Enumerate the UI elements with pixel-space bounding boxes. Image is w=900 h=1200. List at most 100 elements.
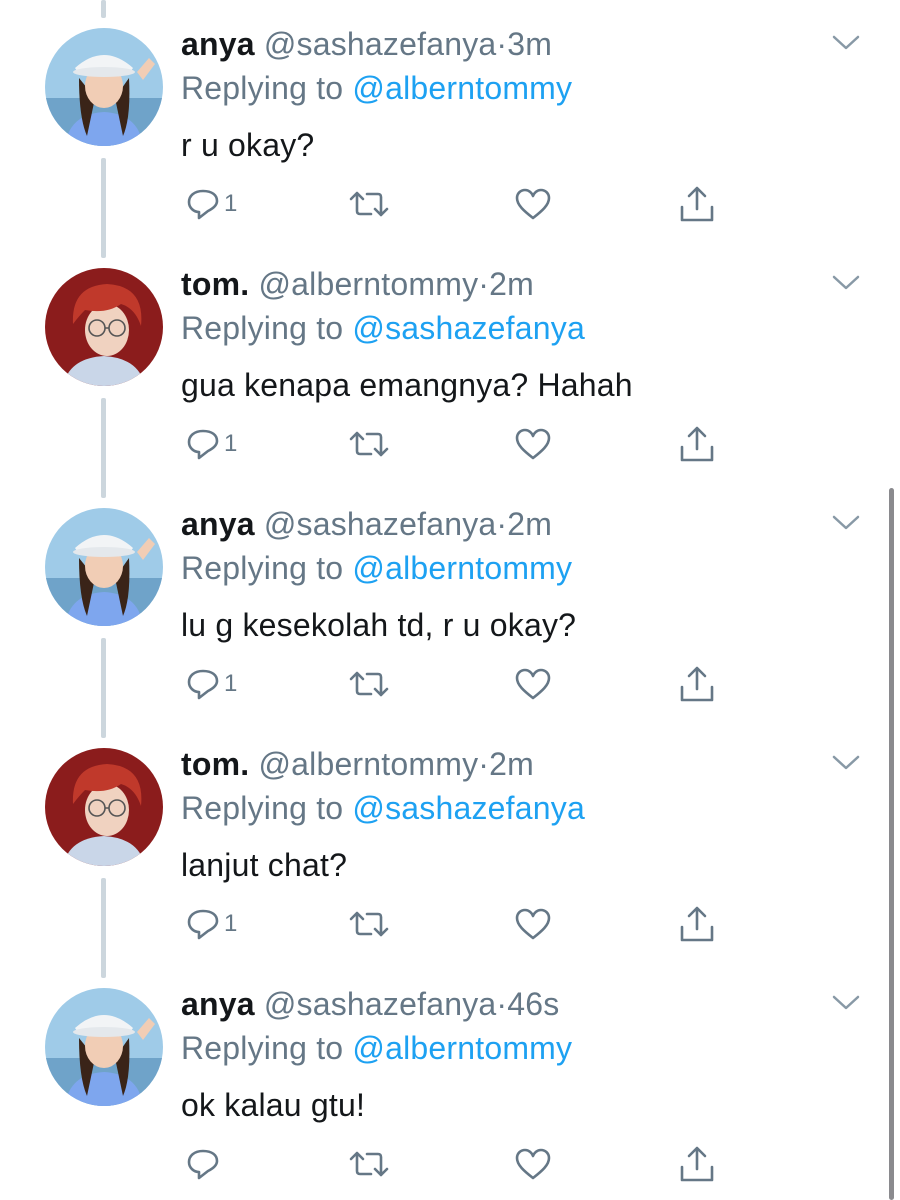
share-icon <box>680 186 714 222</box>
replying-to-mention[interactable]: @alberntommy <box>352 550 572 586</box>
chevron-down-icon[interactable] <box>831 510 861 534</box>
replying-to: Replying to @alberntommy <box>181 1028 572 1068</box>
retweet-icon <box>349 1151 389 1177</box>
like-button[interactable] <box>514 664 552 704</box>
timestamp[interactable]: 46s <box>507 986 559 1022</box>
timestamp[interactable]: 2m <box>507 506 552 542</box>
display-name[interactable]: anya <box>181 26 255 62</box>
retweet-button[interactable] <box>348 184 390 224</box>
tweet-text: lu g kesekolah td, r u okay? <box>181 607 577 643</box>
separator-dot: · <box>496 506 508 542</box>
tweet-actions: 1 <box>180 664 740 704</box>
retweet-button[interactable] <box>348 424 390 464</box>
user-handle[interactable]: @sashazefanya <box>264 986 497 1022</box>
tweet-header: anya @sashazefanya·3m <box>181 24 552 64</box>
tweet-actions: 1 <box>180 904 740 944</box>
retweet-button[interactable] <box>348 904 390 944</box>
avatar-anya[interactable] <box>45 508 163 626</box>
chevron-down-icon[interactable] <box>831 990 861 1014</box>
like-icon <box>515 188 551 220</box>
replying-to-label: Replying to <box>181 790 353 826</box>
retweet-button[interactable] <box>348 664 390 704</box>
tweet-actions: 1 <box>180 184 740 224</box>
share-button[interactable] <box>678 904 716 944</box>
reply-count: 1 <box>224 670 238 697</box>
reply-button[interactable]: 1 <box>186 184 237 224</box>
reply-icon <box>187 189 219 220</box>
display-name[interactable]: tom. <box>181 746 249 782</box>
separator-dot: · <box>496 26 508 62</box>
reply-icon <box>187 1149 219 1180</box>
reply-icon <box>187 429 219 460</box>
share-button[interactable] <box>678 1144 716 1184</box>
user-handle[interactable]: @alberntommy <box>258 746 478 782</box>
replying-to-mention[interactable]: @alberntommy <box>352 70 572 106</box>
share-button[interactable] <box>678 184 716 224</box>
share-icon <box>680 1146 714 1182</box>
replying-to-mention[interactable]: @sashazefanya <box>352 790 585 826</box>
share-button[interactable] <box>678 664 716 704</box>
tweet-actions <box>180 1144 740 1184</box>
replying-to-label: Replying to <box>181 70 353 106</box>
chevron-down-icon[interactable] <box>831 270 861 294</box>
like-button[interactable] <box>514 424 552 464</box>
like-icon <box>515 428 551 460</box>
timestamp[interactable]: 2m <box>489 266 534 302</box>
replying-to: Replying to @alberntommy <box>181 68 572 108</box>
share-button[interactable] <box>678 424 716 464</box>
chevron-down-icon[interactable] <box>831 750 861 774</box>
share-icon <box>680 666 714 702</box>
tweet[interactable]: anya @sashazefanya·3m Replying to @alber… <box>0 0 900 240</box>
tweet[interactable]: anya @sashazefanya·2m Replying to @alber… <box>0 480 900 720</box>
replying-to-label: Replying to <box>181 1030 353 1066</box>
chevron-down-icon[interactable] <box>831 30 861 54</box>
scrollbar[interactable] <box>889 488 894 1200</box>
retweet-button[interactable] <box>348 1144 390 1184</box>
avatar-tom[interactable] <box>45 268 163 386</box>
reply-count: 1 <box>224 430 238 457</box>
user-handle[interactable]: @sashazefanya <box>264 506 497 542</box>
replying-to: Replying to @alberntommy <box>181 548 572 588</box>
tweet-text: gua kenapa emangnya? Hahah <box>181 367 633 403</box>
display-name[interactable]: tom. <box>181 266 249 302</box>
like-button[interactable] <box>514 184 552 224</box>
user-handle[interactable]: @alberntommy <box>258 266 478 302</box>
replying-to-mention[interactable]: @sashazefanya <box>352 310 585 346</box>
reply-button[interactable] <box>186 1144 224 1184</box>
reply-icon <box>187 909 219 940</box>
avatar-anya[interactable] <box>45 28 163 146</box>
separator-dot: · <box>478 746 490 782</box>
like-icon <box>515 1148 551 1180</box>
tweet-header: anya @sashazefanya·2m <box>181 504 552 544</box>
timestamp[interactable]: 2m <box>489 746 534 782</box>
retweet-icon <box>349 191 389 217</box>
tweet-header: anya @sashazefanya·46s <box>181 984 559 1024</box>
display-name[interactable]: anya <box>181 986 255 1022</box>
tweet-actions: 1 <box>180 424 740 464</box>
display-name[interactable]: anya <box>181 506 255 542</box>
reply-button[interactable]: 1 <box>186 424 237 464</box>
user-handle[interactable]: @sashazefanya <box>264 26 497 62</box>
replying-to: Replying to @sashazefanya <box>181 308 585 348</box>
replying-to-label: Replying to <box>181 550 353 586</box>
avatar-anya[interactable] <box>45 988 163 1106</box>
retweet-icon <box>349 671 389 697</box>
like-button[interactable] <box>514 904 552 944</box>
like-button[interactable] <box>514 1144 552 1184</box>
tweet[interactable]: tom. @alberntommy·2m Replying to @sashaz… <box>0 240 900 480</box>
avatar-tom[interactable] <box>45 748 163 866</box>
tweet-text: lanjut chat? <box>181 847 348 883</box>
reply-count: 1 <box>224 190 238 217</box>
retweet-icon <box>349 431 389 457</box>
replying-to-mention[interactable]: @alberntommy <box>352 1030 572 1066</box>
reply-icon <box>187 669 219 700</box>
replying-to-label: Replying to <box>181 310 353 346</box>
tweet-header: tom. @alberntommy·2m <box>181 264 534 304</box>
tweet[interactable]: tom. @alberntommy·2m Replying to @sashaz… <box>0 720 900 960</box>
tweet-text: ok kalau gtu! <box>181 1087 366 1123</box>
tweet-header: tom. @alberntommy·2m <box>181 744 534 784</box>
reply-button[interactable]: 1 <box>186 664 237 704</box>
timestamp[interactable]: 3m <box>507 26 552 62</box>
reply-button[interactable]: 1 <box>186 904 237 944</box>
tweet[interactable]: anya @sashazefanya·46s Replying to @albe… <box>0 960 900 1200</box>
